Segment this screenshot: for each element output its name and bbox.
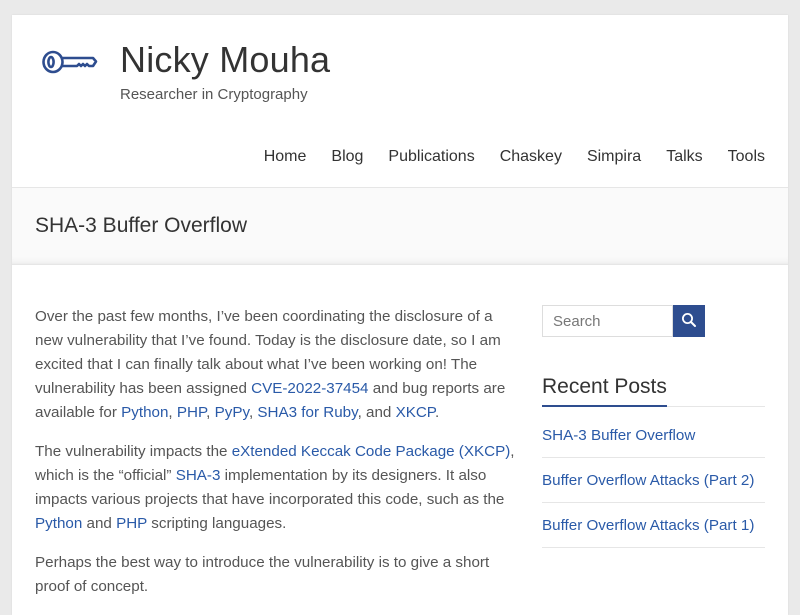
article-content: Over the past few months, I’ve been coor… [35, 305, 517, 614]
text: and [82, 515, 117, 532]
list-item: SHA-3 Buffer Overflow [542, 421, 765, 458]
text: , [168, 404, 177, 421]
recent-posts-title: Recent Posts [542, 375, 667, 407]
text: scripting languages. [147, 515, 287, 532]
list-item: Buffer Overflow Attacks (Part 1) [542, 511, 765, 548]
link-python-bug[interactable]: Python [121, 404, 168, 421]
text: , [206, 404, 215, 421]
link-xkcp[interactable]: eXtended Keccak Code Package (XKCP) [232, 443, 511, 460]
article-paragraph-3: Perhaps the best way to introduce the vu… [35, 554, 490, 595]
site-header: Nicky Mouha Researcher in Cryptography H… [12, 15, 788, 187]
page-title: SHA-3 Buffer Overflow [35, 214, 248, 237]
link-xkcp-bug[interactable]: XKCP [396, 404, 435, 421]
nav-item-talks[interactable]: Talks [666, 148, 702, 166]
nav-item-blog[interactable]: Blog [331, 148, 363, 166]
text: , and [357, 404, 396, 421]
article-paragraph-2: The vulnerability impacts the eXtended K… [35, 440, 517, 536]
nav-item-publications[interactable]: Publications [388, 148, 474, 166]
search-input[interactable] [542, 305, 673, 337]
search-form [542, 305, 765, 337]
page-container: Nicky Mouha Researcher in Cryptography H… [12, 15, 788, 615]
link-cve[interactable]: CVE-2022-37454 [251, 380, 368, 397]
main-navigation: Home Blog Publications Chaskey Simpira T… [264, 148, 765, 166]
site-tagline: Researcher in Cryptography [120, 86, 308, 103]
link-python[interactable]: Python [35, 515, 82, 532]
nav-item-home[interactable]: Home [264, 148, 307, 166]
nav-item-simpira[interactable]: Simpira [587, 148, 641, 166]
key-icon[interactable] [41, 46, 99, 78]
nav-item-tools[interactable]: Tools [728, 148, 765, 166]
nav-item-chaskey[interactable]: Chaskey [500, 148, 562, 166]
list-item: Buffer Overflow Attacks (Part 2) [542, 466, 765, 503]
link-pypy-bug[interactable]: PyPy [215, 404, 249, 421]
recent-post-link[interactable]: Buffer Overflow Attacks (Part 1) [542, 517, 754, 534]
search-button[interactable] [673, 305, 705, 337]
link-php[interactable]: PHP [116, 515, 147, 532]
link-php-bug[interactable]: PHP [177, 404, 206, 421]
link-ruby-bug[interactable]: SHA3 for Ruby [257, 404, 357, 421]
article-paragraph-1: Over the past few months, I’ve been coor… [35, 305, 517, 425]
search-icon [681, 312, 697, 331]
link-sha3[interactable]: SHA-3 [176, 467, 221, 484]
recent-posts-list: SHA-3 Buffer Overflow Buffer Overflow At… [542, 421, 765, 548]
recent-post-link[interactable]: Buffer Overflow Attacks (Part 2) [542, 472, 754, 489]
text: The vulnerability impacts the [35, 443, 232, 460]
text: . [434, 404, 440, 421]
recent-post-link[interactable]: SHA-3 Buffer Overflow [542, 427, 695, 444]
sidebar: Recent Posts SHA-3 Buffer Overflow Buffe… [542, 305, 765, 556]
site-title[interactable]: Nicky Mouha [120, 39, 330, 81]
page-title-band: SHA-3 Buffer Overflow [12, 187, 788, 265]
